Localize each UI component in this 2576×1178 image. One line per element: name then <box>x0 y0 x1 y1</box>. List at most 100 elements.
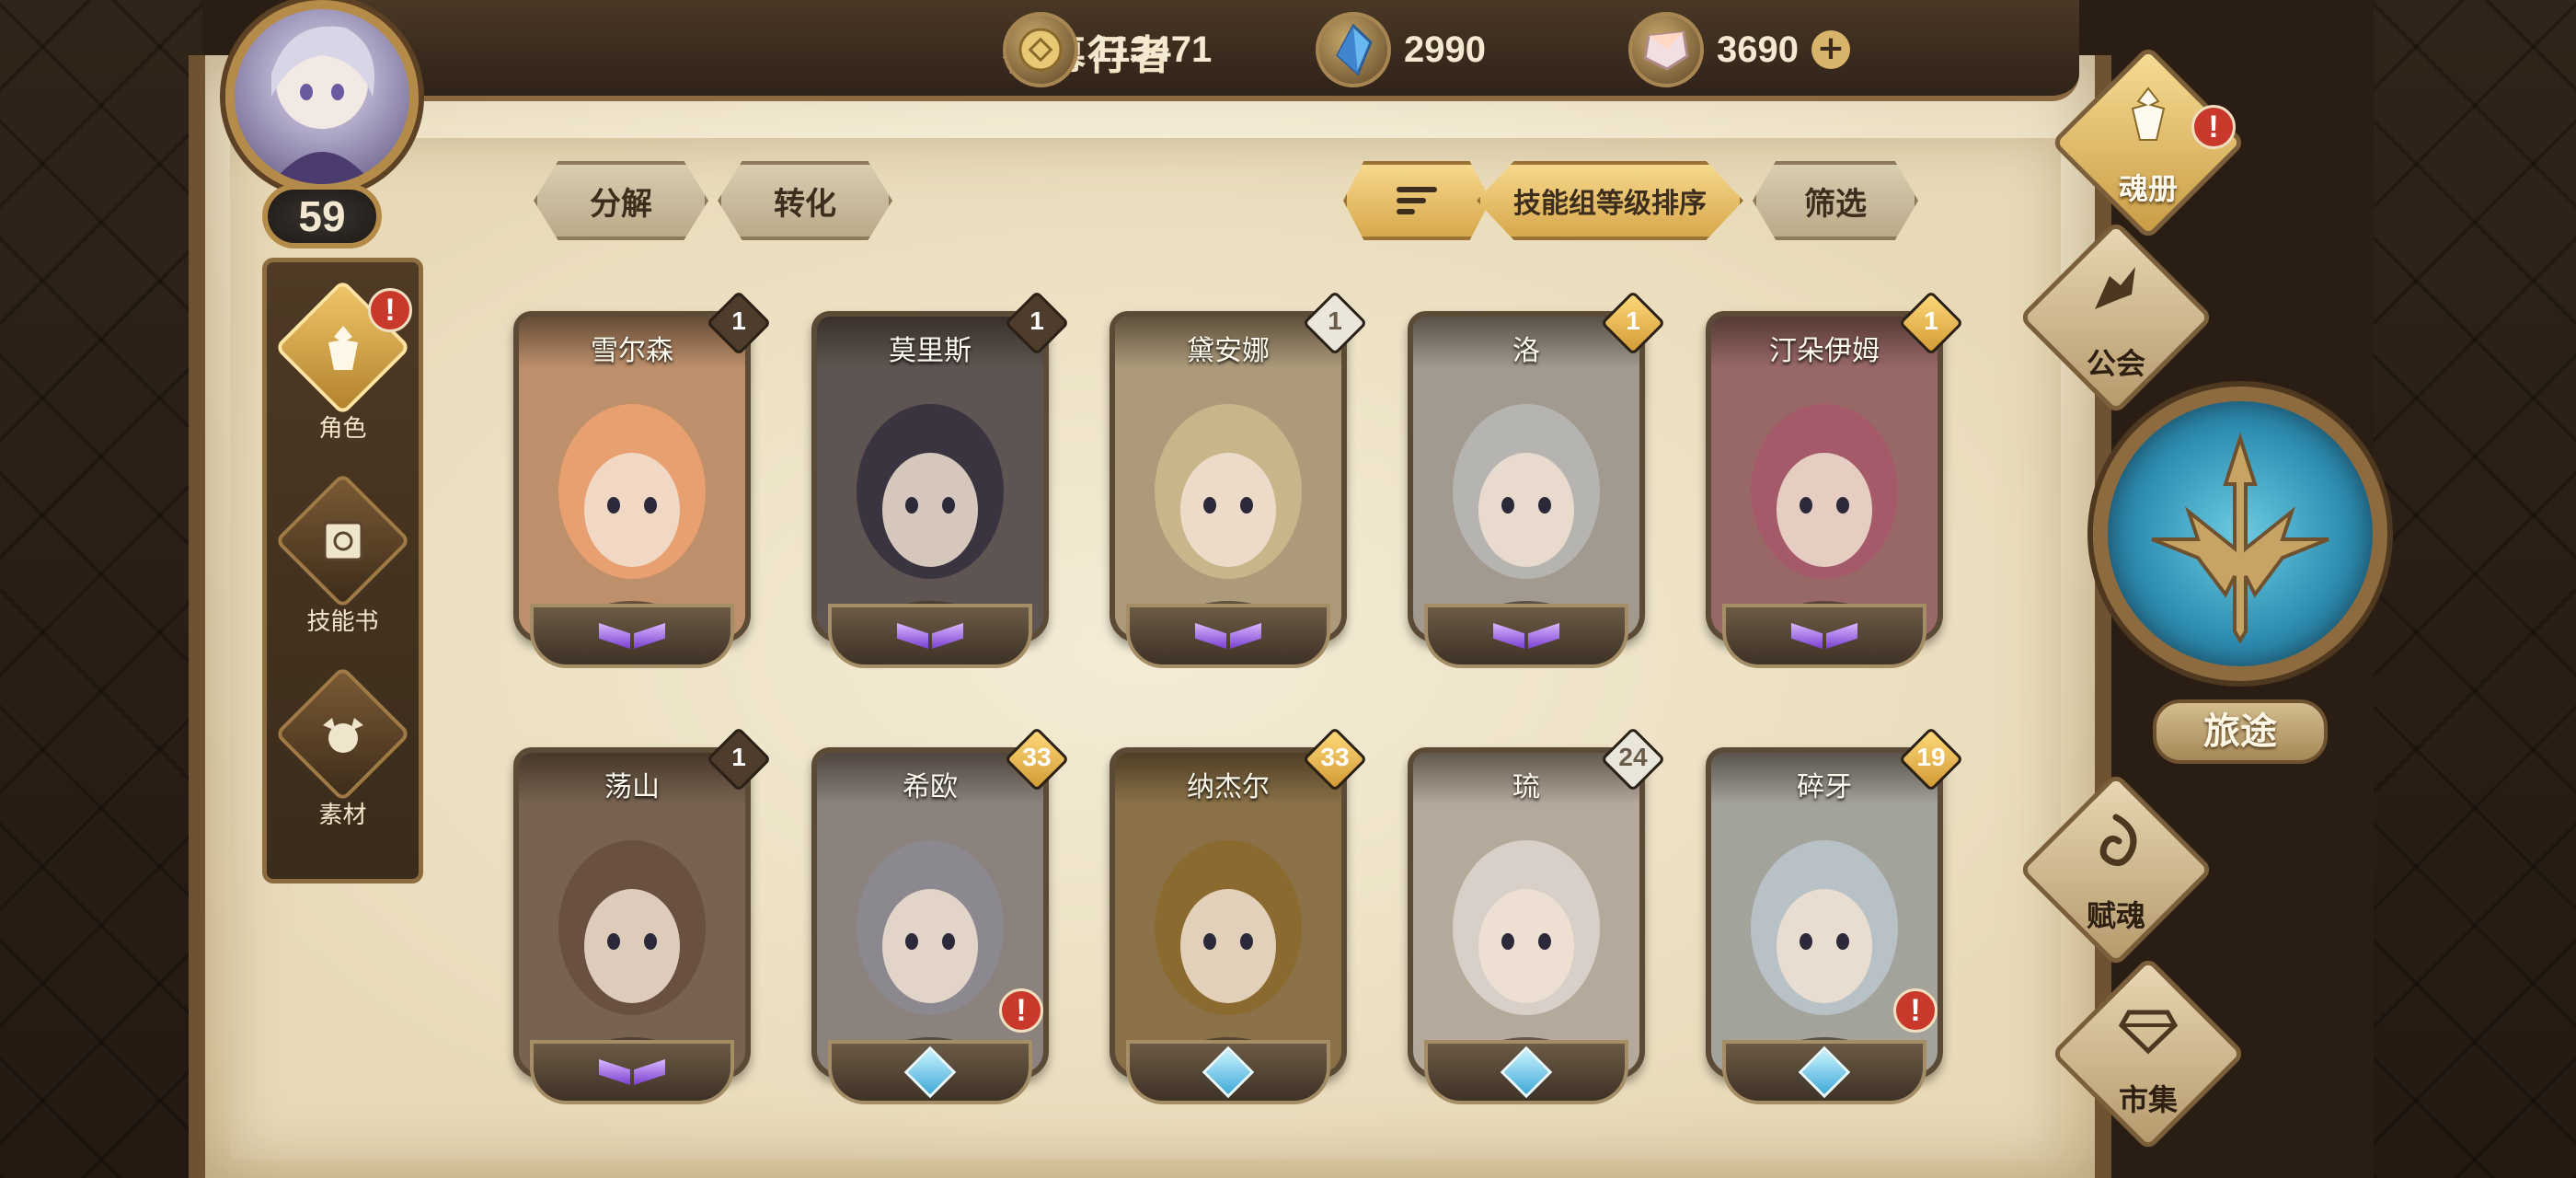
card-alert-badge: ! <box>1893 988 1938 1033</box>
purple-rank-icon <box>599 623 665 649</box>
character-portrait: 汀朵伊姆 <box>1706 311 1943 642</box>
character-card[interactable]: 碎牙 19! <box>1706 726 1964 1106</box>
character-card[interactable]: 纳杰尔 33 <box>1110 726 1368 1106</box>
left-category-nav: 角色 ! 技能书 素材 <box>262 258 423 884</box>
currency-gem[interactable]: 3690 + <box>1628 12 1850 87</box>
player-level-badge: 59 <box>262 184 382 248</box>
nav-label-character: 角色 <box>318 415 367 443</box>
character-portrait: 琉 <box>1408 747 1645 1079</box>
soul-book-alert-badge: ! <box>2191 105 2236 149</box>
nav-label-soul-infuse: 赋魂 <box>2086 898 2145 933</box>
nav-soul-book[interactable]: 魂册 ! <box>2050 44 2247 241</box>
rank-plate <box>530 1040 734 1104</box>
nav-market[interactable]: 市集 <box>2050 955 2247 1152</box>
nav-label-materials: 素材 <box>318 802 367 829</box>
skill-level-value: 19 <box>1916 743 1946 771</box>
currency-crystal[interactable]: 2990 <box>1316 12 1486 87</box>
skill-level-badge: 33 <box>1004 726 1070 792</box>
nav-label-soul-book: 魂册 <box>2118 171 2178 206</box>
nav-item-character[interactable]: 角色 ! <box>267 279 419 474</box>
skill-level-value: 1 <box>1626 306 1640 335</box>
skill-level-value: 1 <box>1029 306 1044 335</box>
right-background <box>2374 0 2576 1178</box>
rank-plate <box>828 604 1032 668</box>
skill-level-value: 1 <box>731 743 746 771</box>
character-portrait: 黛安娜 <box>1110 311 1347 642</box>
rank-plate <box>828 1040 1032 1104</box>
filter-button[interactable]: 筛选 <box>1753 161 1918 240</box>
skill-level-badge: 1 <box>706 290 772 356</box>
character-card[interactable]: 莫里斯 1 <box>811 290 1070 670</box>
skill-level-badge: 1 <box>1898 290 1964 356</box>
skill-level-badge: 1 <box>706 726 772 792</box>
left-background <box>0 0 202 1178</box>
nav-soul-infuse[interactable]: 赋魂 <box>2018 771 2214 968</box>
skill-level-badge: 1 <box>1302 290 1368 356</box>
journey-compass-icon <box>2093 387 2387 681</box>
sort-order-button[interactable]: 技能组等级排序 <box>1477 161 1743 240</box>
pink-gem-icon <box>1628 12 1704 87</box>
market-icon <box>2116 994 2180 1058</box>
character-card[interactable]: 琉 24 <box>1408 726 1666 1106</box>
rank-plate <box>530 604 734 668</box>
purple-rank-icon <box>1195 623 1261 649</box>
gold-amount: 113471 <box>1091 29 1213 70</box>
blue-rank-icon <box>1798 1045 1851 1099</box>
nav-label-market: 市集 <box>2118 1082 2178 1117</box>
character-card[interactable]: 洛1 <box>1408 290 1666 670</box>
skill-level-value: 1 <box>1924 306 1938 335</box>
skill-level-value: 33 <box>1320 743 1350 771</box>
crystal-amount: 2990 <box>1404 29 1486 70</box>
sort-direction-button[interactable] <box>1343 161 1490 240</box>
add-gem-button[interactable]: + <box>1811 30 1850 69</box>
card-alert-badge: ! <box>999 988 1043 1033</box>
blue-rank-icon <box>1202 1045 1255 1099</box>
decompose-button[interactable]: 分解 <box>534 161 708 240</box>
character-portrait: 荡山 <box>513 747 751 1079</box>
character-card[interactable]: 黛安娜 1 <box>1110 290 1368 670</box>
skill-level-value: 1 <box>1328 306 1342 335</box>
character-portrait: 纳杰尔 <box>1110 747 1347 1079</box>
nav-label-skill-book: 技能书 <box>306 608 379 636</box>
soul-book-icon <box>2116 83 2180 147</box>
soul-infuse-icon <box>2084 810 2148 874</box>
sort-icon <box>1397 187 1437 214</box>
rank-plate <box>1424 1040 1628 1104</box>
currency-gold[interactable]: 113471 <box>1003 12 1213 87</box>
character-card[interactable]: 荡山 1 <box>513 726 772 1106</box>
rank-plate <box>1722 604 1926 668</box>
skill-level-badge: 33 <box>1302 726 1368 792</box>
nav-item-skill-book[interactable]: 技能书 <box>267 472 419 667</box>
skill-level-badge: 19 <box>1898 726 1964 792</box>
gold-coin-icon <box>1003 12 1078 87</box>
character-icon <box>311 316 375 380</box>
player-avatar-frame[interactable]: 59 <box>189 0 501 258</box>
character-card[interactable]: 汀朵伊姆 1 <box>1706 290 1964 670</box>
skill-level-badge: 24 <box>1600 726 1666 792</box>
skill-level-badge: 1 <box>1600 290 1666 356</box>
purple-rank-icon <box>1791 623 1857 649</box>
skill-level-badge: 1 <box>1004 290 1070 356</box>
character-portrait: 莫里斯 <box>811 311 1049 642</box>
blue-rank-icon <box>903 1045 957 1099</box>
journey-label: 旅途 <box>2153 699 2328 764</box>
skill-level-value: 24 <box>1618 743 1648 771</box>
convert-button[interactable]: 转化 <box>718 161 892 240</box>
rank-plate <box>1424 604 1628 668</box>
character-portrait: 洛 <box>1408 311 1645 642</box>
purple-rank-icon <box>897 623 963 649</box>
character-card[interactable]: 希欧 33! <box>811 726 1070 1106</box>
skill-book-icon <box>311 509 375 573</box>
character-alert-badge: ! <box>368 288 412 332</box>
blue-crystal-icon <box>1316 12 1391 87</box>
journey-button[interactable]: 旅途 <box>2088 377 2392 782</box>
gem-amount: 3690 <box>1717 29 1799 70</box>
purple-rank-icon <box>1493 623 1559 649</box>
character-portrait: 雪尔森 <box>513 311 751 642</box>
avatar[interactable] <box>225 0 419 193</box>
nav-item-materials[interactable]: 素材 <box>267 665 419 860</box>
rank-plate <box>1126 604 1330 668</box>
blue-rank-icon <box>1500 1045 1553 1099</box>
top-resource-bar: 夜幕行者 113471 2990 3690 + <box>350 0 2079 101</box>
character-card[interactable]: 雪尔森 1 <box>513 290 772 670</box>
